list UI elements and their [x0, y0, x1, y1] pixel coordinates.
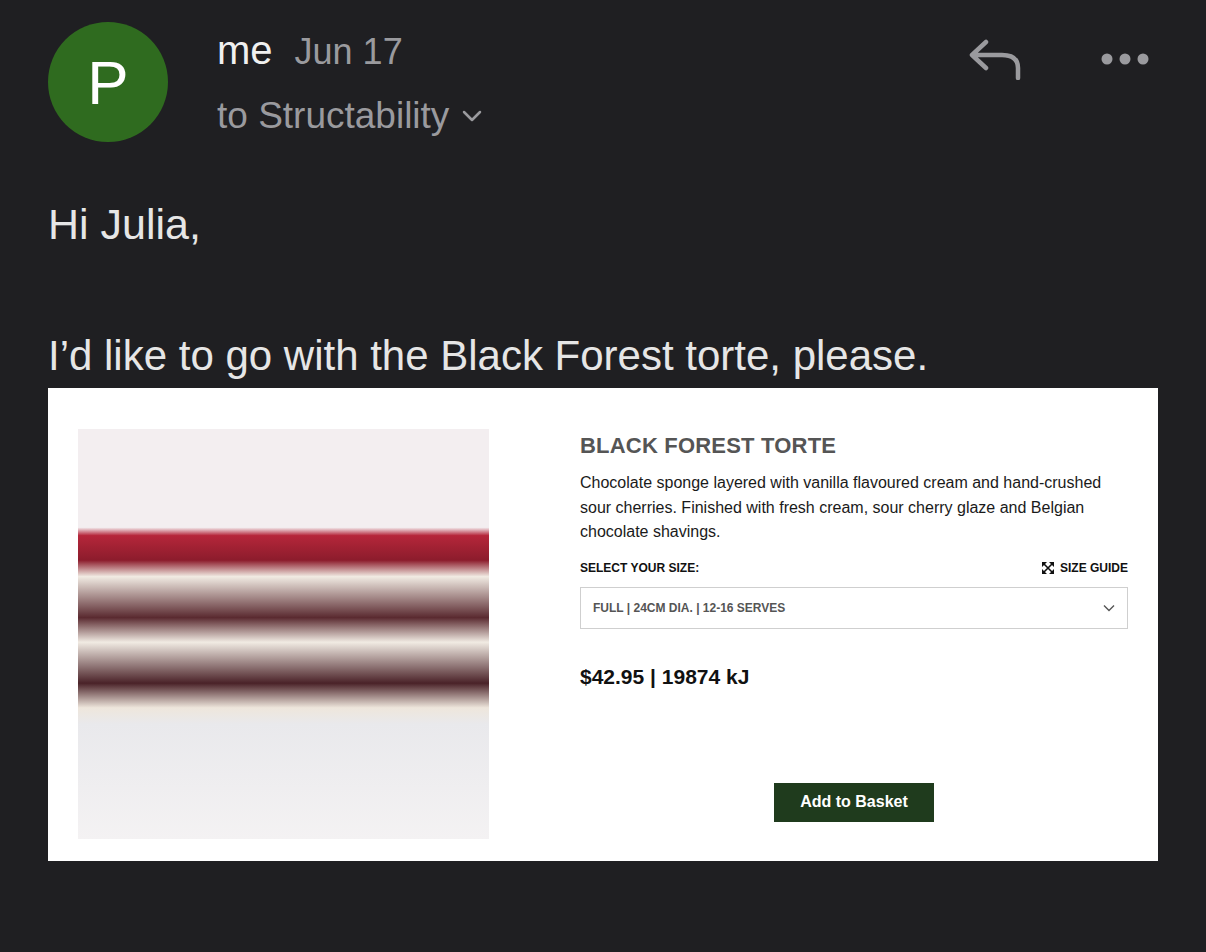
size-row: SELECT YOUR SIZE: SIZE GUIDE — [580, 561, 1128, 575]
sender-avatar[interactable]: P — [48, 22, 168, 142]
chevron-down-icon[interactable] — [461, 109, 483, 123]
sender-name: me — [217, 28, 273, 73]
button-row: Add to Basket — [580, 783, 1128, 822]
email-meta: me Jun 17 to Structability — [217, 22, 968, 137]
recipient: to Structability — [217, 95, 449, 137]
expand-icon[interactable] — [1042, 562, 1054, 574]
recipient-line[interactable]: to Structability — [217, 95, 968, 137]
add-to-basket-button[interactable]: Add to Basket — [774, 783, 934, 822]
chevron-down-icon[interactable] — [1103, 604, 1115, 612]
email-header: Pme Jun 17 to Structability — [48, 22, 1158, 142]
size-guide[interactable]: SIZE GUIDE — [1060, 561, 1128, 575]
header-actions — [968, 22, 1158, 80]
product-screenshot: BLACK FOREST TORTE Chocolate sponge layer… — [48, 388, 1158, 861]
sender-line: me Jun 17 — [217, 28, 968, 73]
email-date: Jun 17 — [295, 31, 403, 73]
greeting: Hi Julia, — [48, 198, 1158, 250]
size-select-value[interactable]: FULL | 24CM DIA. | 12-16 SERVES — [593, 601, 785, 615]
product-title: BLACK FOREST TORTE — [580, 433, 1128, 459]
product-photo — [78, 429, 489, 839]
email-body: I’d like to go with the Black Forest tor… — [48, 330, 1158, 382]
size-label: SELECT YOUR SIZE: — [580, 561, 699, 575]
product-price: $42.95 | 19874 kJ — [580, 665, 1128, 689]
reply-icon[interactable] — [968, 38, 1022, 80]
product-description: Chocolate sponge layered with vanilla fl… — [580, 471, 1128, 545]
product-details: BLACK FOREST TORTE Chocolate sponge layer… — [580, 429, 1128, 820]
more-icon[interactable] — [1100, 52, 1150, 66]
size-select[interactable]: FULL | 24CM DIA. | 12-16 SERVES — [580, 587, 1128, 629]
size-guide-link[interactable]: SIZE GUIDE — [1042, 561, 1128, 575]
